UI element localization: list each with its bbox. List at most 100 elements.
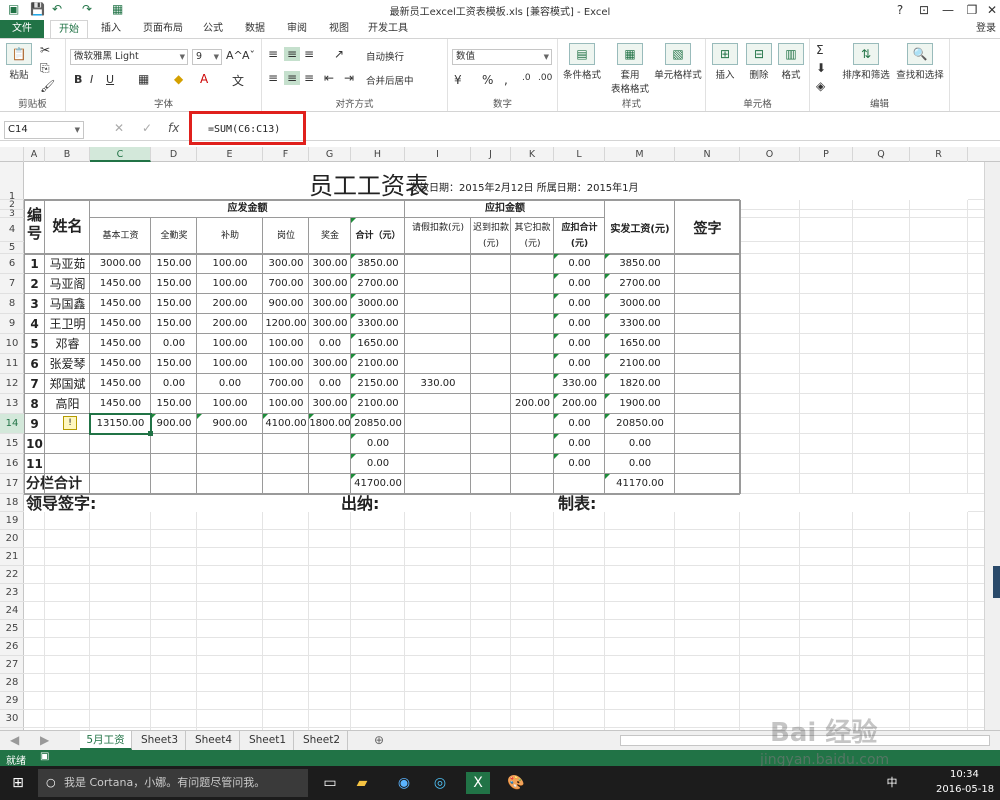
data-cell[interactable]: 0.00 bbox=[554, 254, 605, 274]
column-header[interactable]: J bbox=[471, 147, 511, 162]
tab-data[interactable]: 数据 bbox=[238, 20, 272, 38]
subheader-cell[interactable]: 合计（元） bbox=[351, 218, 405, 254]
data-cell[interactable]: 2100.00 bbox=[605, 354, 675, 374]
subheader-cell[interactable]: 请假扣款(元) bbox=[405, 218, 471, 254]
data-cell[interactable] bbox=[263, 454, 309, 474]
align-middle-icon[interactable]: ≡ bbox=[284, 47, 300, 61]
wrap-text-button[interactable]: 自动换行 bbox=[366, 49, 404, 63]
percent-icon[interactable]: % bbox=[482, 73, 493, 87]
grow-font-button[interactable]: A^ bbox=[226, 49, 243, 62]
tab-view[interactable]: 视图 bbox=[322, 20, 356, 38]
data-cell[interactable] bbox=[151, 454, 197, 474]
cell-styles-button[interactable]: ▧ 单元格样式 bbox=[652, 43, 704, 81]
data-cell[interactable]: 3850.00 bbox=[351, 254, 405, 274]
data-cell[interactable]: 0.00 bbox=[605, 454, 675, 474]
font-color-icon[interactable]: A bbox=[200, 72, 208, 86]
data-cell[interactable] bbox=[511, 414, 554, 434]
data-cell[interactable]: 1 bbox=[24, 254, 45, 274]
row-header[interactable]: 12 bbox=[0, 374, 24, 394]
data-cell[interactable]: 700.00 bbox=[263, 274, 309, 294]
header-actual[interactable]: 实发工资(元) bbox=[605, 200, 675, 254]
conditional-format-button[interactable]: ▤ 条件格式 bbox=[560, 43, 604, 81]
data-cell[interactable] bbox=[511, 254, 554, 274]
sheet-tab-may[interactable]: 5月工资 bbox=[80, 731, 132, 750]
data-cell[interactable] bbox=[511, 314, 554, 334]
column-header[interactable]: L bbox=[554, 147, 605, 162]
row-header[interactable]: 23 bbox=[0, 584, 24, 602]
vertical-scrollbar[interactable] bbox=[984, 162, 1000, 730]
data-cell[interactable]: 100.00 bbox=[197, 334, 263, 354]
column-header[interactable]: G bbox=[309, 147, 351, 162]
column-header[interactable]: R bbox=[910, 147, 968, 162]
data-cell[interactable]: 1450.00 bbox=[90, 274, 151, 294]
subheader-cell[interactable]: 奖金 bbox=[309, 218, 351, 254]
phonetic-icon[interactable]: 文 bbox=[232, 72, 244, 89]
close-icon[interactable]: ✕ bbox=[978, 0, 1000, 20]
data-cell[interactable] bbox=[471, 354, 511, 374]
row-header[interactable]: 9 bbox=[0, 314, 24, 334]
data-cell[interactable]: 900.00 bbox=[197, 414, 263, 434]
border-icon[interactable]: ▦ bbox=[138, 72, 149, 86]
data-cell[interactable]: 330.00 bbox=[405, 374, 471, 394]
sort-filter-button[interactable]: ⇅ 排序和筛选 bbox=[840, 43, 892, 81]
data-cell[interactable] bbox=[309, 454, 351, 474]
subheader-cell[interactable]: 补助 bbox=[197, 218, 263, 254]
data-cell[interactable] bbox=[471, 394, 511, 414]
data-cell[interactable]: 100.00 bbox=[263, 354, 309, 374]
data-cell[interactable] bbox=[45, 434, 90, 454]
formula-input[interactable]: =SUM(C6:C13) bbox=[196, 121, 996, 139]
column-header[interactable]: P bbox=[800, 147, 853, 162]
data-cell[interactable]: 3000.00 bbox=[351, 294, 405, 314]
paint-icon[interactable]: 🎨 bbox=[504, 772, 528, 794]
data-cell[interactable] bbox=[309, 434, 351, 454]
data-cell[interactable]: 8 bbox=[24, 394, 45, 414]
data-cell[interactable]: 0.00 bbox=[554, 294, 605, 314]
app-icon[interactable]: ◎ bbox=[428, 772, 452, 794]
data-cell[interactable]: 900.00 bbox=[263, 294, 309, 314]
row-header[interactable]: 18 bbox=[0, 494, 24, 512]
merge-center-button[interactable]: 合并后居中 bbox=[366, 73, 414, 87]
decrease-decimal-icon[interactable]: .00 bbox=[538, 73, 552, 83]
column-header[interactable]: C bbox=[90, 147, 151, 162]
data-cell[interactable]: 0.00 bbox=[197, 374, 263, 394]
data-cell[interactable]: 300.00 bbox=[309, 394, 351, 414]
data-cell[interactable]: 0.00 bbox=[554, 274, 605, 294]
data-cell[interactable]: 150.00 bbox=[151, 254, 197, 274]
row-header[interactable]: 14 bbox=[0, 414, 24, 434]
data-cell[interactable]: 150.00 bbox=[151, 354, 197, 374]
tab-developer[interactable]: 开发工具 bbox=[364, 20, 412, 38]
row-header[interactable]: 15 bbox=[0, 434, 24, 454]
total-h[interactable]: 41700.00 bbox=[351, 474, 405, 494]
data-cell[interactable]: 20850.00 bbox=[605, 414, 675, 434]
task-view-icon[interactable]: ▭ bbox=[318, 772, 342, 794]
tab-formulas[interactable]: 公式 bbox=[196, 20, 230, 38]
data-cell[interactable]: 0.00 bbox=[151, 334, 197, 354]
data-cell[interactable] bbox=[511, 354, 554, 374]
header-name[interactable]: 姓名 bbox=[45, 200, 90, 254]
increase-decimal-icon[interactable]: .0 bbox=[522, 73, 531, 83]
data-cell[interactable] bbox=[511, 434, 554, 454]
row-header[interactable]: 28 bbox=[0, 674, 24, 692]
data-cell[interactable] bbox=[471, 274, 511, 294]
fill-color-icon[interactable]: ◆ bbox=[174, 72, 183, 86]
data-cell[interactable]: 0.00 bbox=[554, 334, 605, 354]
insert-cells-button[interactable]: ⊞ 插入 bbox=[710, 43, 740, 81]
data-cell[interactable]: 1650.00 bbox=[351, 334, 405, 354]
signature-leader[interactable]: 领导签字: bbox=[24, 494, 263, 512]
select-all-corner[interactable] bbox=[0, 147, 24, 162]
data-cell[interactable] bbox=[263, 434, 309, 454]
add-sheet-icon[interactable]: ⊕ bbox=[374, 733, 384, 747]
column-header[interactable]: O bbox=[740, 147, 800, 162]
data-cell[interactable]: 300.00 bbox=[309, 274, 351, 294]
data-cell[interactable]: 2 bbox=[24, 274, 45, 294]
data-cell[interactable]: 100.00 bbox=[263, 394, 309, 414]
row-header[interactable]: 11 bbox=[0, 354, 24, 374]
tab-review[interactable]: 审阅 bbox=[280, 20, 314, 38]
data-cell[interactable]: 3000.00 bbox=[90, 254, 151, 274]
signature-cashier[interactable]: 出纳: bbox=[341, 494, 501, 512]
clear-icon[interactable]: ◈ bbox=[816, 79, 825, 93]
row-header[interactable]: 25 bbox=[0, 620, 24, 638]
data-cell[interactable]: 100.00 bbox=[197, 394, 263, 414]
row-header[interactable]: 17 bbox=[0, 474, 24, 494]
data-cell[interactable]: 100.00 bbox=[197, 354, 263, 374]
